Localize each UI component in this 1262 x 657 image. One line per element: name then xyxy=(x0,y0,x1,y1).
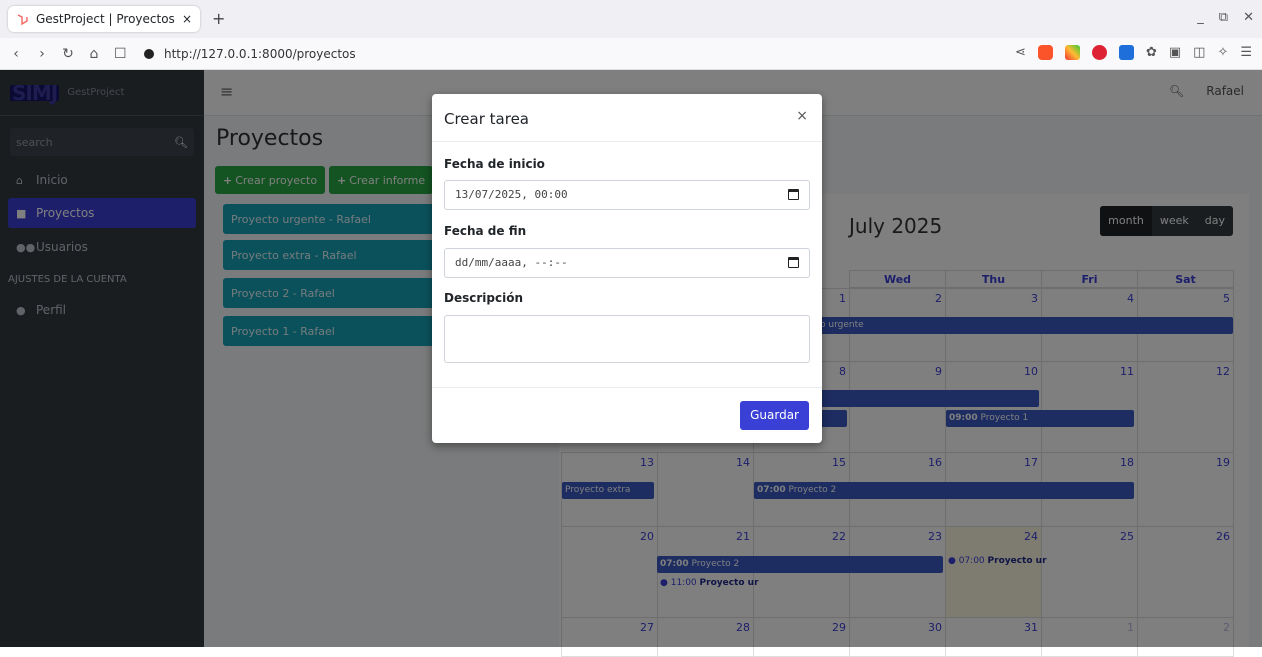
end-date-input[interactable]: dd/mm/aaaa, --:-- xyxy=(444,248,810,278)
calendar-icon[interactable] xyxy=(788,189,799,200)
share-icon[interactable]: ⋖ xyxy=(1015,45,1026,60)
minimize-button[interactable]: _ xyxy=(1197,10,1204,25)
bookmark-icon[interactable]: ☐ xyxy=(114,46,127,62)
brave-shield-icon[interactable] xyxy=(1037,45,1053,60)
forward-icon[interactable]: › xyxy=(36,46,48,62)
browser-toolbar: ⋖ ✿ ▣ ◫ ✧ ☰ xyxy=(1015,45,1252,60)
window-controls: _ ⧉ ✕ xyxy=(1197,10,1254,25)
browser-navbar: ‹ › ↻ ⌂ ☐ http://127.0.0.1:8000/proyecto… xyxy=(0,38,1262,70)
start-date-input[interactable]: 13/07/2025, 00:00 xyxy=(444,180,810,210)
description-label: Descripción xyxy=(444,291,523,305)
home-icon[interactable]: ⌂ xyxy=(88,46,100,62)
modal-footer: Guardar xyxy=(432,387,822,443)
description-textarea[interactable] xyxy=(444,315,810,363)
browser-tab[interactable]: GestProject | Proyectos × xyxy=(8,6,200,32)
laravel-favicon-icon xyxy=(16,13,29,26)
apps-icon[interactable] xyxy=(1064,45,1080,60)
screenshot-icon[interactable]: ▣ xyxy=(1169,45,1181,60)
url-text: http://127.0.0.1:8000/proyectos xyxy=(164,46,356,61)
maximize-button[interactable]: ⧉ xyxy=(1219,10,1228,25)
site-info-icon[interactable] xyxy=(144,48,154,59)
record-icon[interactable] xyxy=(1091,45,1107,60)
menu-icon[interactable]: ☰ xyxy=(1240,45,1252,60)
start-date-label: Fecha de inicio xyxy=(444,157,545,171)
close-icon[interactable]: × xyxy=(796,108,808,124)
browser-tabbar: GestProject | Proyectos × + _ ⧉ ✕ xyxy=(0,0,1262,38)
close-window-button[interactable]: ✕ xyxy=(1243,10,1254,25)
end-date-label: Fecha de fin xyxy=(444,224,527,238)
calendar-icon[interactable] xyxy=(788,257,799,268)
address-bar[interactable]: http://127.0.0.1:8000/proyectos xyxy=(144,47,356,61)
modal-header: Crear tarea × xyxy=(432,94,822,142)
extension-icon[interactable] xyxy=(1118,45,1134,60)
back-icon[interactable]: ‹ xyxy=(10,46,22,62)
save-button[interactable]: Guardar xyxy=(740,401,809,430)
sidebar-toggle-icon[interactable]: ◫ xyxy=(1193,45,1205,60)
tab-close-icon[interactable]: × xyxy=(182,12,192,26)
reload-icon[interactable]: ↻ xyxy=(62,46,74,62)
wallet-icon[interactable]: ✧ xyxy=(1217,45,1228,60)
new-tab-button[interactable]: + xyxy=(212,9,225,28)
start-date-value: 13/07/2025, 00:00 xyxy=(455,188,568,201)
create-task-modal: Crear tarea × Fecha de inicio 13/07/2025… xyxy=(432,94,822,443)
tab-title: GestProject | Proyectos xyxy=(36,12,175,26)
end-date-placeholder: dd/mm/aaaa, --:-- xyxy=(455,256,568,269)
puzzle-icon[interactable]: ✿ xyxy=(1146,45,1157,60)
modal-title: Crear tarea xyxy=(444,110,529,128)
